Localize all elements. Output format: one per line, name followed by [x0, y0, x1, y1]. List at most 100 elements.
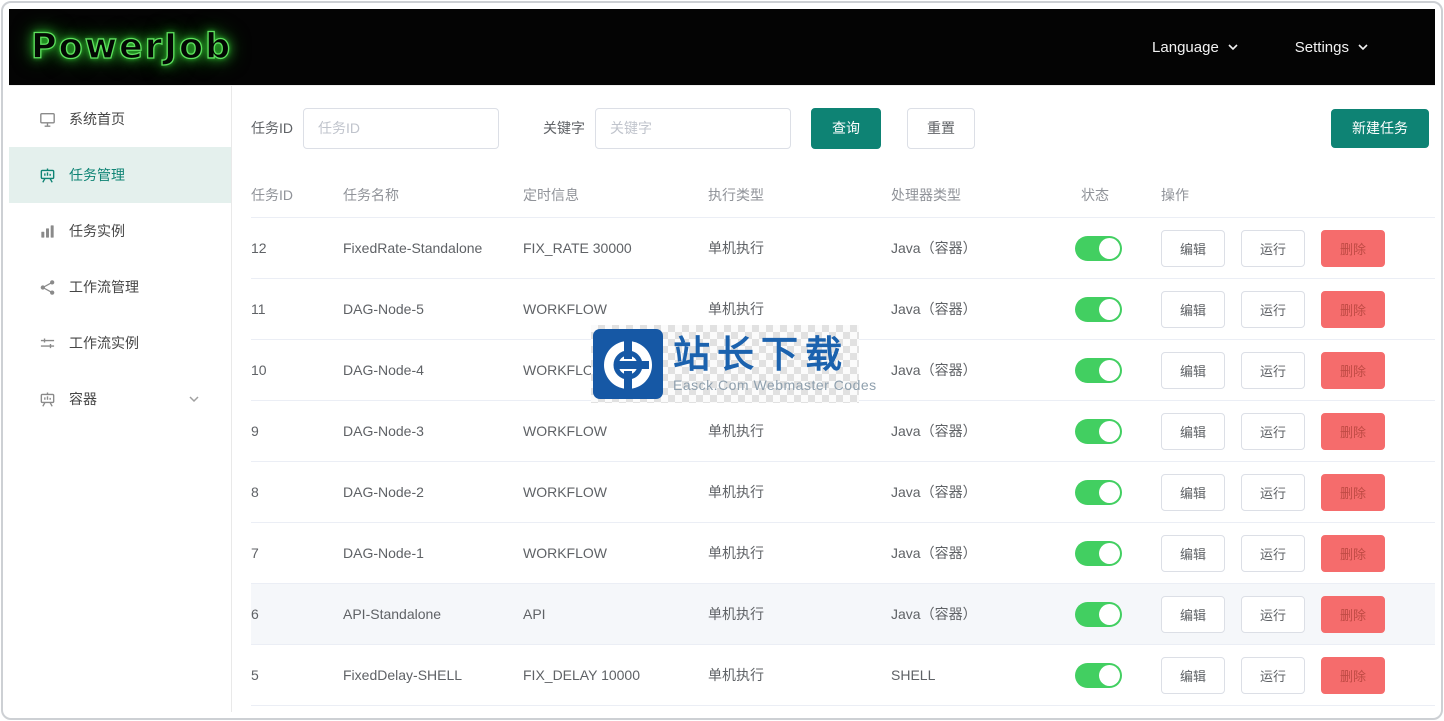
powerjob-logo: PowerJob — [31, 27, 232, 67]
cell-processor-type: Java（容器） — [891, 238, 1081, 258]
cell-processor-type: Java（容器） — [891, 604, 1081, 624]
edit-button[interactable]: 编辑 — [1161, 474, 1225, 511]
status-toggle[interactable] — [1075, 541, 1122, 566]
toggle-knob — [1099, 604, 1120, 625]
table-body: 12 FixedRate-Standalone FIX_RATE 30000 单… — [251, 218, 1435, 706]
cell-job-id: 8 — [251, 484, 343, 500]
delete-button[interactable]: 删除 — [1321, 596, 1385, 633]
edit-button[interactable]: 编辑 — [1161, 535, 1225, 572]
watermark-subtitle: Easck.Com Webmaster Codes — [673, 377, 877, 393]
run-button[interactable]: 运行 — [1241, 535, 1305, 572]
cell-job-id: 10 — [251, 362, 343, 378]
sidebar-item-label: 容器 — [69, 389, 97, 409]
sidebar-item-label: 任务实例 — [69, 221, 125, 241]
col-header-actions: 操作 — [1161, 185, 1435, 205]
table-row: 7 DAG-Node-1 WORKFLOW 单机执行 Java（容器） 编辑 运… — [251, 523, 1435, 584]
edit-button[interactable]: 编辑 — [1161, 291, 1225, 328]
cell-exec-type: 单机执行 — [708, 665, 891, 685]
sidebar-item-job-management[interactable]: 任务管理 — [9, 147, 231, 203]
settings-menu[interactable]: Settings — [1295, 39, 1369, 56]
watermark-title: 站长下载 — [673, 335, 877, 376]
reset-button[interactable]: 重置 — [907, 108, 975, 149]
toggle-knob — [1099, 238, 1120, 259]
delete-button[interactable]: 删除 — [1321, 352, 1385, 389]
run-button[interactable]: 运行 — [1241, 413, 1305, 450]
run-button[interactable]: 运行 — [1241, 291, 1305, 328]
cell-job-name: DAG-Node-4 — [343, 362, 523, 378]
run-button[interactable]: 运行 — [1241, 474, 1305, 511]
status-toggle[interactable] — [1075, 480, 1122, 505]
share-icon — [39, 279, 56, 296]
sidebar-item-label: 工作流实例 — [69, 333, 139, 353]
query-button[interactable]: 查询 — [811, 108, 881, 149]
language-menu[interactable]: Language — [1152, 39, 1239, 56]
delete-button[interactable]: 删除 — [1321, 291, 1385, 328]
delete-button[interactable]: 删除 — [1321, 474, 1385, 511]
board-icon — [39, 391, 56, 408]
status-toggle[interactable] — [1075, 663, 1122, 688]
cell-processor-type: SHELL — [891, 667, 1081, 683]
cell-exec-type: 单机执行 — [708, 299, 891, 319]
edit-button[interactable]: 编辑 — [1161, 596, 1225, 633]
toggle-knob — [1099, 299, 1120, 320]
edit-button[interactable]: 编辑 — [1161, 413, 1225, 450]
bar-chart-icon — [39, 223, 56, 240]
toggle-knob — [1099, 421, 1120, 442]
app-window: PowerJob Language Settings 系统首页 任务管理 任务实… — [1, 1, 1443, 720]
sidebar-item-workflow-management[interactable]: 工作流管理 — [9, 259, 231, 315]
sidebar-item-workflow-instances[interactable]: 工作流实例 — [9, 315, 231, 371]
sidebar-item-label: 任务管理 — [69, 165, 125, 185]
status-toggle[interactable] — [1075, 358, 1122, 383]
edit-button[interactable]: 编辑 — [1161, 230, 1225, 267]
keyword-label: 关键字 — [543, 118, 585, 138]
keyword-input[interactable] — [595, 108, 791, 149]
cell-job-name: DAG-Node-1 — [343, 545, 523, 561]
cell-exec-type: 单机执行 — [708, 238, 891, 258]
board-icon — [39, 167, 56, 184]
edit-button[interactable]: 编辑 — [1161, 352, 1225, 389]
main-content: 任务ID 关键字 查询 重置 新建任务 任务ID 任务名称 定时信息 执行类型 … — [232, 85, 1435, 712]
col-header-status: 状态 — [1081, 185, 1161, 205]
cell-job-name: API-Standalone — [343, 606, 523, 622]
cell-job-id: 7 — [251, 545, 343, 561]
delete-button[interactable]: 删除 — [1321, 657, 1385, 694]
cell-job-name: DAG-Node-3 — [343, 423, 523, 439]
cell-schedule: FIX_RATE 30000 — [523, 240, 708, 256]
sidebar-item-home[interactable]: 系统首页 — [9, 91, 231, 147]
new-job-button[interactable]: 新建任务 — [1331, 109, 1429, 148]
delete-button[interactable]: 删除 — [1321, 535, 1385, 572]
run-button[interactable]: 运行 — [1241, 230, 1305, 267]
delete-button[interactable]: 删除 — [1321, 413, 1385, 450]
settings-label: Settings — [1295, 39, 1349, 56]
chevron-down-icon — [1357, 41, 1369, 53]
run-button[interactable]: 运行 — [1241, 596, 1305, 633]
top-header: PowerJob Language Settings — [9, 9, 1435, 85]
delete-button[interactable]: 删除 — [1321, 230, 1385, 267]
sidebar-item-label: 工作流管理 — [69, 277, 139, 297]
status-toggle[interactable] — [1075, 297, 1122, 322]
status-toggle[interactable] — [1075, 602, 1122, 627]
toggle-knob — [1099, 360, 1120, 381]
status-toggle[interactable] — [1075, 236, 1122, 261]
edit-button[interactable]: 编辑 — [1161, 657, 1225, 694]
run-button[interactable]: 运行 — [1241, 657, 1305, 694]
sidebar-item-job-instances[interactable]: 任务实例 — [9, 203, 231, 259]
cell-job-name: DAG-Node-2 — [343, 484, 523, 500]
sidebar-item-container[interactable]: 容器 — [9, 371, 231, 427]
cell-schedule: WORKFLOW — [523, 301, 708, 317]
cell-processor-type: Java（容器） — [891, 360, 1081, 380]
table-row: 9 DAG-Node-3 WORKFLOW 单机执行 Java（容器） 编辑 运… — [251, 401, 1435, 462]
jobs-table: 任务ID 任务名称 定时信息 执行类型 处理器类型 状态 操作 12 Fixed… — [251, 173, 1435, 706]
sliders-icon — [39, 335, 56, 352]
cell-exec-type: 单机执行 — [708, 543, 891, 563]
status-toggle[interactable] — [1075, 419, 1122, 444]
table-row: 6 API-Standalone API 单机执行 Java（容器） 编辑 运行… — [251, 584, 1435, 645]
job-id-input[interactable] — [303, 108, 499, 149]
cell-processor-type: Java（容器） — [891, 421, 1081, 441]
cell-exec-type: 单机执行 — [708, 482, 891, 502]
cell-job-id: 12 — [251, 240, 343, 256]
watermark: 站长下载 Easck.Com Webmaster Codes — [591, 325, 859, 403]
table-row: 12 FixedRate-Standalone FIX_RATE 30000 单… — [251, 218, 1435, 279]
run-button[interactable]: 运行 — [1241, 352, 1305, 389]
cell-schedule: WORKFLOW — [523, 545, 708, 561]
